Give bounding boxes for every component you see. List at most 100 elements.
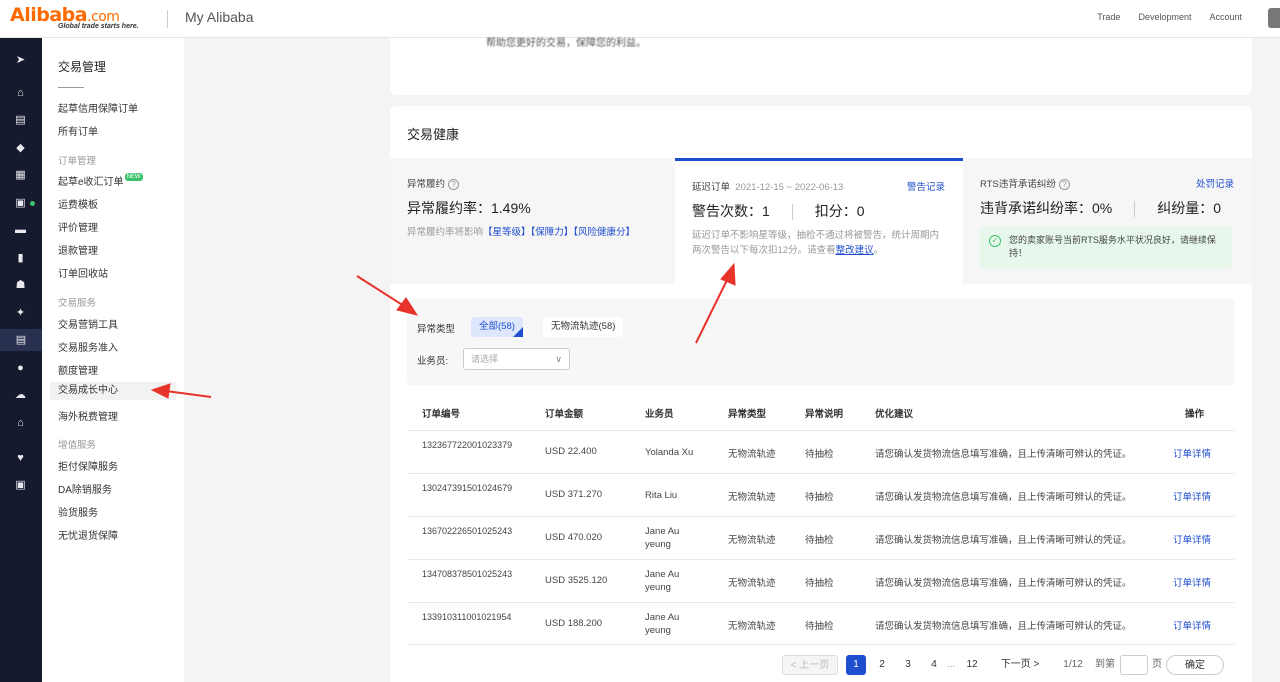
selected-corner-icon bbox=[512, 327, 523, 337]
home-icon[interactable]: ⌂ bbox=[14, 87, 27, 100]
suggestion: 请您确认发货物流信息填写准确，且上传清晰可辨认的凭证。 bbox=[875, 621, 1132, 632]
briefcase-icon[interactable]: ▣ bbox=[14, 479, 27, 492]
nav-trade[interactable]: Trade bbox=[1097, 12, 1120, 22]
page-12-button[interactable]: 12 bbox=[960, 655, 984, 675]
heart-icon[interactable]: ♥ bbox=[14, 452, 27, 465]
new-badge: NEW bbox=[124, 173, 143, 181]
col-amount: 订单金额 bbox=[545, 409, 584, 420]
top-bar: Alibaba.com Global trade starts here. My… bbox=[0, 0, 1280, 38]
circle-icon[interactable]: ● bbox=[14, 362, 27, 375]
order-detail-link[interactable]: 订单详情 bbox=[1173, 532, 1211, 546]
divider bbox=[791, 204, 793, 221]
page-3-button[interactable]: 3 bbox=[898, 655, 918, 675]
order-detail-link[interactable]: 订单详情 bbox=[1173, 575, 1211, 589]
sidebar-item-all-orders[interactable]: 所有订单 bbox=[58, 123, 98, 138]
alibaba-logo[interactable]: Alibaba.com Global trade starts here. bbox=[10, 4, 160, 34]
sidebar-group-value-added: 增值服务 bbox=[58, 440, 97, 451]
next-page-button[interactable]: 下一页 > bbox=[994, 655, 1046, 675]
confirm-button[interactable]: 确定 bbox=[1166, 655, 1224, 675]
sidebar-item-refunds[interactable]: 退款管理 bbox=[58, 242, 98, 257]
shop-icon[interactable]: ▣ bbox=[14, 197, 27, 210]
order-detail-link[interactable]: 订单详情 bbox=[1173, 446, 1211, 460]
page-number-input[interactable] bbox=[1120, 655, 1148, 675]
avatar[interactable] bbox=[1268, 8, 1280, 28]
page-1-button[interactable]: 1 bbox=[846, 655, 866, 675]
help-icon[interactable]: ? bbox=[1058, 178, 1070, 190]
help-icon[interactable]: ? bbox=[448, 178, 460, 190]
order-amount: USD 22.400 bbox=[545, 446, 597, 457]
warning-count: 警告次数：1 bbox=[692, 203, 770, 219]
chevron-down-icon: ∨ bbox=[555, 354, 562, 364]
penalty-record-link[interactable]: 处罚记录 bbox=[1196, 176, 1234, 190]
salesperson-label: 业务员: bbox=[417, 356, 449, 367]
chip-all[interactable]: 全部(58) bbox=[471, 317, 523, 337]
page-2-button[interactable]: 2 bbox=[872, 655, 892, 675]
sidebar-item-recycle-bin[interactable]: 订单回收站 bbox=[58, 265, 108, 280]
message-icon[interactable]: ▬ bbox=[14, 224, 27, 237]
chip-no-logistics[interactable]: 无物流轨迹(58) bbox=[543, 317, 624, 337]
rectify-link[interactable]: 整改建议 bbox=[836, 245, 874, 256]
top-nav: Trade Development Account bbox=[1097, 12, 1242, 22]
suggestion: 请您确认发货物流信息填写准确，且上传清晰可辨认的凭证。 bbox=[875, 492, 1132, 503]
exception-desc: 待抽检 bbox=[805, 449, 834, 460]
order-number: 132367722001023379 bbox=[422, 440, 513, 450]
users-icon[interactable]: ☗ bbox=[14, 279, 27, 292]
panel-description: 延迟订单不影响星等级，抽检不通过将被警告，统计周期内两次警告以下每次扣12分。请… bbox=[692, 230, 940, 256]
sparkle-icon[interactable]: ✦ bbox=[14, 307, 27, 320]
sidebar-item-quota[interactable]: 额度管理 bbox=[58, 362, 98, 377]
sidebar-item-inspection[interactable]: 验货服务 bbox=[58, 504, 98, 519]
nav-account[interactable]: Account bbox=[1209, 12, 1242, 22]
shield-icon[interactable]: ◆ bbox=[14, 142, 27, 155]
sidebar-group-order-mgmt: 订单管理 bbox=[58, 156, 97, 167]
logo-tagline: Global trade starts here. bbox=[58, 23, 139, 30]
sidebar-item-freight-template[interactable]: 运费模板 bbox=[58, 196, 98, 211]
salesperson: Rita Liu bbox=[645, 490, 678, 501]
sidebar-item-chargeback[interactable]: 拒付保障服务 bbox=[58, 458, 118, 473]
sidebar-item-draft-order[interactable]: 起草信用保障订单 bbox=[58, 100, 138, 115]
sidebar-item-reviews[interactable]: 评价管理 bbox=[58, 219, 98, 234]
suggestion: 请您确认发货物流信息填写准确，且上传清晰可辨认的凭证。 bbox=[875, 578, 1132, 589]
grid-icon[interactable]: ▦ bbox=[14, 169, 27, 182]
panel-label: 异常履约 bbox=[407, 179, 446, 190]
salesperson-select[interactable]: 请选择 ∨ bbox=[463, 348, 570, 370]
order-amount: USD 3525.120 bbox=[545, 575, 608, 586]
bank-icon[interactable]: ⌂ bbox=[14, 417, 27, 430]
warning-record-link[interactable]: 警告记录 bbox=[907, 179, 945, 193]
store-icon[interactable]: ▤ bbox=[14, 114, 27, 127]
page-info: 1/12 bbox=[1063, 659, 1083, 670]
order-detail-link[interactable]: 订单详情 bbox=[1173, 618, 1211, 632]
exception-desc: 待抽检 bbox=[805, 535, 834, 546]
impact-links[interactable]: 【星等级】【保障力】【风险健康分】 bbox=[483, 227, 635, 238]
panel-delayed-orders: 延迟订单 2021-12-15 ~ 2022-06-13 警告记录 警告次数：1… bbox=[675, 158, 963, 284]
trade-health-card: 交易健康 异常履约? 异常履约率：1.49% 异常履约率将影响【星等级】【保障力… bbox=[390, 106, 1252, 682]
sidebar-item-da-service[interactable]: DA除销服务 bbox=[58, 481, 112, 496]
salesperson: Jane Au yeung bbox=[645, 569, 680, 593]
chart-icon[interactable]: ▮ bbox=[14, 252, 27, 265]
check-circle-icon: ✓ bbox=[989, 235, 1001, 247]
cloud-icon[interactable]: ☁ bbox=[14, 389, 27, 402]
icon-rail: ➤ ⌂ ▤ ◆ ▦ ▣ ▬ ▮ ☗ ✦ ▤ ● ☁ ⌂ ♥ ▣ bbox=[0, 38, 42, 682]
order-detail-link[interactable]: 订单详情 bbox=[1173, 489, 1211, 503]
dispute-count: 纠纷量：0 bbox=[1157, 200, 1222, 216]
exception-type: 无物流轨迹 bbox=[728, 535, 776, 546]
sidebar-item-return-guarantee[interactable]: 无忧退货保障 bbox=[58, 527, 118, 542]
sidebar-group-trade-services: 交易服务 bbox=[58, 298, 97, 309]
sidebar-item-overseas-tax[interactable]: 海外税费管理 bbox=[58, 408, 118, 423]
nav-development[interactable]: Development bbox=[1138, 12, 1191, 22]
type-filter-label: 异常类型 bbox=[417, 324, 456, 335]
order-icon[interactable]: ▤ bbox=[0, 329, 42, 351]
sidebar-item-growth-center[interactable]: 交易成长中心 bbox=[50, 382, 176, 400]
date-range: 2021-12-15 ~ 2022-06-13 bbox=[735, 182, 844, 193]
sidebar-item-marketing-tools[interactable]: 交易营销工具 bbox=[58, 316, 118, 331]
sidebar-item-e-collection[interactable]: 起草e收汇订单 NEW bbox=[58, 173, 143, 188]
chip-label: 全部(58) bbox=[479, 321, 515, 332]
send-icon[interactable]: ➤ bbox=[14, 54, 27, 67]
status-dot bbox=[30, 201, 35, 206]
panel-label: 延迟订单 bbox=[692, 182, 731, 193]
exception-type: 无物流轨迹 bbox=[728, 492, 776, 503]
sidebar-item-service-access[interactable]: 交易服务准入 bbox=[58, 339, 118, 354]
order-number: 133910311001021954 bbox=[422, 612, 512, 622]
page-4-button[interactable]: 4 bbox=[924, 655, 944, 675]
salesperson: Jane Au yeung bbox=[645, 526, 680, 550]
prev-page-button[interactable]: < 上一页 bbox=[782, 655, 838, 675]
